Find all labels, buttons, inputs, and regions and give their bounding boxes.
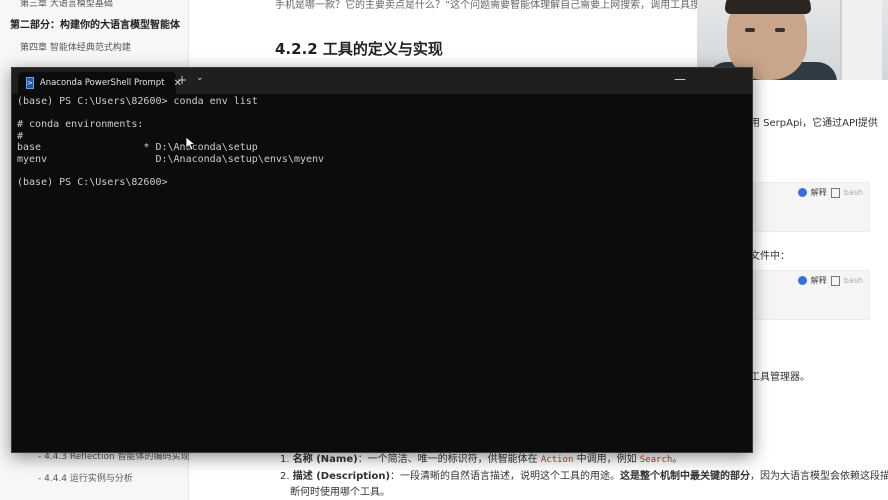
explain-button[interactable]: 解释: [811, 275, 827, 286]
copy-icon[interactable]: [830, 187, 840, 198]
toc-item-chapter3[interactable]: 第三章 大语言模型基础: [20, 0, 113, 9]
code-lang-label: bash: [843, 276, 863, 285]
terminal-line: # conda environments:: [17, 119, 144, 130]
ai-explain-icon: [797, 276, 807, 285]
list-number: 2.: [280, 471, 290, 482]
code-block-2: 解释 bash: [750, 270, 870, 320]
copy-icon[interactable]: [830, 275, 840, 286]
doc-top-line: 手机是哪一款？它的主要卖点是什么？”这个问题需要智能体理解自己需要上网搜索，调用…: [275, 0, 721, 11]
mouse-pointer-icon: [186, 137, 196, 151]
terminal-tab[interactable]: > Anaconda PowerShell Prompt ✕: [18, 72, 182, 94]
plus-icon[interactable]: +: [177, 73, 187, 87]
chevron-down-icon[interactable]: ⌄: [196, 73, 204, 83]
minimize-icon[interactable]: —: [674, 72, 686, 86]
webcam-person-eye: [775, 28, 785, 32]
doc-list-item-2: 2. 描述 (Description)：一段清晰的自然语言描述，说明这个工具的用…: [280, 467, 888, 482]
doc-side-manager: 工具管理器。: [750, 372, 810, 383]
terminal-line: base * D:\Anaconda\setup: [17, 142, 258, 153]
explain-button[interactable]: 解释: [811, 187, 827, 198]
terminal-line: myenv D:\Anaconda\setup\envs\myenv: [17, 153, 325, 165]
terminal-output[interactable]: (base) PS C:\Users\82600> conda env list…: [17, 96, 747, 448]
tab-title: Anaconda PowerShell Prompt: [39, 78, 165, 88]
list-number: 1.: [280, 454, 290, 465]
list-text: ，因为大语言模型会依赖这段描述来判: [750, 471, 888, 482]
webcam-person-eye: [745, 28, 755, 32]
terminal-line: #: [17, 130, 24, 142]
terminal-window[interactable]: > Anaconda PowerShell Prompt ✕ + ⌄ — (ba…: [11, 67, 753, 453]
list-text: ：一段清晰的自然语言描述，说明这个工具的用途。: [390, 471, 621, 482]
terminal-icon: >: [26, 77, 34, 89]
code-block-1: 解释 bash: [750, 182, 870, 232]
terminal-line: (base) PS C:\Users\82600>: [17, 176, 168, 188]
list-text: 中调用，例如: [576, 454, 637, 465]
webcam-person-hair: [725, 0, 811, 14]
section-heading: 4.2.2 工具的定义与实现: [275, 40, 443, 58]
doc-side-file: 文件中：: [750, 251, 790, 262]
terminal-titlebar[interactable]: > Anaconda PowerShell Prompt ✕ + ⌄ —: [12, 68, 752, 94]
list-text: 。: [672, 454, 683, 465]
list-term: 描述 (Description): [292, 471, 391, 482]
doc-side-serpapi: 用 SerpApi，它通过API提供: [750, 118, 878, 129]
list-text: ：一个简洁、唯一的标识符，供智能体在: [357, 454, 538, 465]
code-lang-label: bash: [843, 188, 863, 197]
webcam-background-door: [840, 0, 882, 80]
toc-item-4-4-4[interactable]: - 4.4.4 运行实例与分析: [38, 471, 133, 484]
inline-code: Action: [540, 455, 574, 465]
terminal-line: (base) PS C:\Users\82600> conda env list: [17, 96, 258, 107]
toc-item-part2[interactable]: 第二部分：构建你的大语言模型智能体: [10, 16, 180, 31]
ai-explain-icon: [797, 188, 807, 197]
inline-code: Search: [639, 455, 673, 465]
toc-item-chapter4[interactable]: 第四章 智能体经典范式构建: [20, 40, 131, 53]
list-term: 名称 (Name): [292, 454, 358, 465]
doc-list-item-2-cont: 断何时使用哪个工具。: [290, 487, 390, 498]
list-bold-text: 这是整个机制中最关键的部分: [620, 471, 751, 482]
